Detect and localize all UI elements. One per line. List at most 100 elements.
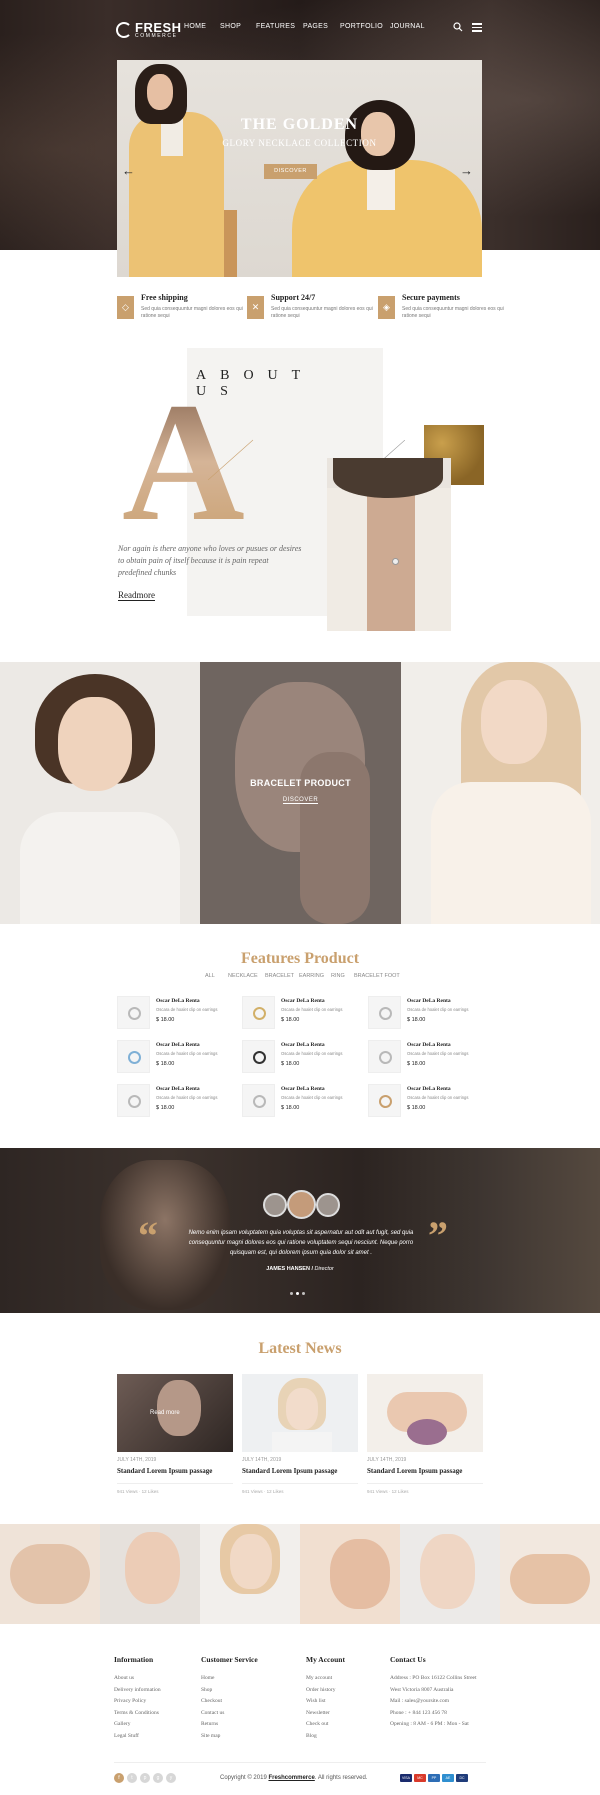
footer-link[interactable]: Checkout <box>201 1698 258 1710</box>
banner-panel-left[interactable] <box>0 662 200 924</box>
model-figure <box>431 782 591 924</box>
footer-heading: My Account <box>306 1655 345 1664</box>
big-letter-a: A <box>122 385 254 525</box>
footer-link[interactable]: Newsletter <box>306 1710 345 1722</box>
product-name: Oscar DeLa Renta <box>407 1042 451 1048</box>
testimonial-author-name: JAMES HANSEN <box>266 1266 310 1272</box>
testimonial-avatar-active[interactable] <box>287 1190 316 1219</box>
readmore-link[interactable]: Readmore <box>118 590 155 601</box>
product-card[interactable]: Oscar DeLa Renta Oscara de hoalet clip o… <box>368 1084 488 1119</box>
news-card[interactable]: JULY 14TH, 2019 Standard Lorem Ipsum pas… <box>367 1374 483 1499</box>
filter-earring[interactable]: EARRING <box>299 973 331 981</box>
product-card[interactable]: Oscar DeLa Renta Oscara de hoalet clip o… <box>242 1040 362 1075</box>
product-name: Oscar DeLa Renta <box>156 1086 200 1092</box>
footer-link[interactable]: About us <box>114 1675 161 1687</box>
nav-journal[interactable]: JOURNAL <box>390 23 435 35</box>
main-nav: HOME SHOP FEATURES PAGES PORTFOLIO JOURN… <box>184 23 435 35</box>
prev-arrow-icon[interactable]: ← <box>122 163 135 178</box>
filter-bracelet[interactable]: BRACELET <box>265 973 299 981</box>
product-card[interactable]: Oscar DeLa Renta Oscara de hoalet clip o… <box>117 996 237 1031</box>
news-card[interactable]: JULY 14TH, 2019 Standard Lorem Ipsum pas… <box>117 1374 233 1499</box>
footer-link[interactable]: Order history <box>306 1687 345 1699</box>
footer-link[interactable]: Home <box>201 1675 258 1687</box>
product-card[interactable]: Oscar DeLa Renta Oscara de hoalet clip o… <box>242 1084 362 1119</box>
menu-icon[interactable] <box>472 23 482 32</box>
gallery-image[interactable] <box>100 1524 200 1624</box>
product-thumb <box>242 1040 275 1073</box>
news-readmore-link[interactable]: Read more <box>150 1410 180 1416</box>
discover-button[interactable]: DISCOVER <box>264 164 317 179</box>
news-card[interactable]: JULY 14TH, 2019 Standard Lorem Ipsum pas… <box>242 1374 358 1499</box>
footer-link[interactable]: Terms & Conditions <box>114 1710 161 1722</box>
product-card[interactable]: Oscar DeLa Renta Oscara de hoalet clip o… <box>242 996 362 1031</box>
pinterest-icon[interactable]: p <box>140 1773 150 1783</box>
gallery-image[interactable] <box>0 1524 100 1624</box>
filter-bracelet-foot[interactable]: BRACELET FOOT <box>354 973 404 981</box>
gallery-image[interactable] <box>400 1524 500 1624</box>
testimonial-avatar[interactable] <box>263 1193 287 1217</box>
nav-features[interactable]: FEATURES <box>256 23 303 35</box>
testimonial-avatar[interactable] <box>316 1193 340 1217</box>
footer-link[interactable]: Site map <box>201 1733 258 1745</box>
nav-portfolio[interactable]: PORTFOLIO <box>340 23 390 35</box>
footer-link[interactable]: My account <box>306 1675 345 1687</box>
footer-link[interactable]: Privacy Policy <box>114 1698 161 1710</box>
product-card[interactable]: Oscar DeLa Renta Oscara de hoalet clip o… <box>368 1040 488 1075</box>
hand-shape <box>10 1544 90 1604</box>
footer-link[interactable]: Wish list <box>306 1698 345 1710</box>
testimonial-dots[interactable] <box>290 1282 308 1300</box>
product-card[interactable]: Oscar DeLa Renta Oscara de hoalet clip o… <box>117 1084 237 1119</box>
filter-necklace[interactable]: NECKLACE <box>228 973 265 981</box>
banner-discover-link[interactable]: DISCOVER <box>200 797 401 804</box>
footer-link[interactable]: Check out <box>306 1721 345 1733</box>
product-price: $ 18.00 <box>281 1017 300 1023</box>
footer-heading: Contact Us <box>390 1655 426 1664</box>
footer-column-information: Information About us Delivery informatio… <box>114 1655 161 1744</box>
filter-all[interactable]: ALL <box>205 973 228 981</box>
footer-contact-line: Address : PO Box 16122 Collins Street <box>390 1675 477 1681</box>
facebook-icon[interactable]: f <box>114 1773 124 1783</box>
footer-link[interactable]: Gallery <box>114 1721 161 1733</box>
banner-panel-right[interactable] <box>401 662 600 924</box>
testimonial-author-role: Director <box>314 1266 334 1272</box>
product-filters: ALL NECKLACE BRACELET EARRING RING BRACE… <box>205 973 404 981</box>
footer-link[interactable]: Shop <box>201 1687 258 1699</box>
banner-panel-center[interactable] <box>200 662 401 924</box>
copyright-brand-link[interactable]: Freshcommerce <box>268 1775 314 1781</box>
payment-card-icon: MC <box>414 1774 426 1782</box>
youtube-icon[interactable]: y <box>166 1773 176 1783</box>
twitter-icon[interactable]: t <box>127 1773 137 1783</box>
gallery-image[interactable] <box>300 1524 400 1624</box>
product-name: Oscar DeLa Renta <box>156 998 200 1004</box>
product-card[interactable]: Oscar DeLa Renta Oscara de hoalet clip o… <box>117 1040 237 1075</box>
footer-contact-line: West Victoria 8007 Australia <box>390 1686 454 1693</box>
footer-link[interactable]: Contact us <box>201 1710 258 1722</box>
logo[interactable]: FRESH COMMERCE <box>116 20 181 42</box>
gallery-image[interactable] <box>500 1524 600 1624</box>
next-arrow-icon[interactable]: → <box>460 163 473 178</box>
filter-ring[interactable]: RING <box>331 973 354 981</box>
product-thumb <box>117 1040 150 1073</box>
feature-title: Secure payments <box>402 293 460 302</box>
product-card[interactable]: Oscar DeLa Renta Oscara de hoalet clip o… <box>368 996 488 1031</box>
footer-link[interactable]: Returns <box>201 1721 258 1733</box>
product-thumb <box>368 996 401 1029</box>
gallery-image[interactable] <box>200 1524 300 1624</box>
google-plus-icon[interactable]: g <box>153 1773 163 1783</box>
product-desc: Oscara de hoalet clip on earrings <box>281 1095 343 1100</box>
model-figure <box>415 488 451 631</box>
model-figure <box>58 697 132 791</box>
product-price: $ 18.00 <box>156 1105 175 1111</box>
shield-icon: ◈ <box>378 296 395 319</box>
feature-text: Sed quia consequuntur magni dolores eos … <box>402 306 504 319</box>
search-icon[interactable] <box>453 22 463 32</box>
product-desc: Oscara de hoalet clip on earrings <box>407 1095 469 1100</box>
slide-title: THE GOLDEN <box>240 116 359 133</box>
footer-link[interactable]: Legal Stuff <box>114 1733 161 1745</box>
product-price: $ 18.00 <box>281 1105 300 1111</box>
footer-link[interactable]: Blog <box>306 1733 345 1745</box>
nav-shop[interactable]: SHOP <box>220 23 256 35</box>
nav-home[interactable]: HOME <box>184 23 220 35</box>
footer-link[interactable]: Delivery information <box>114 1687 161 1699</box>
nav-pages[interactable]: PAGES <box>303 23 340 35</box>
